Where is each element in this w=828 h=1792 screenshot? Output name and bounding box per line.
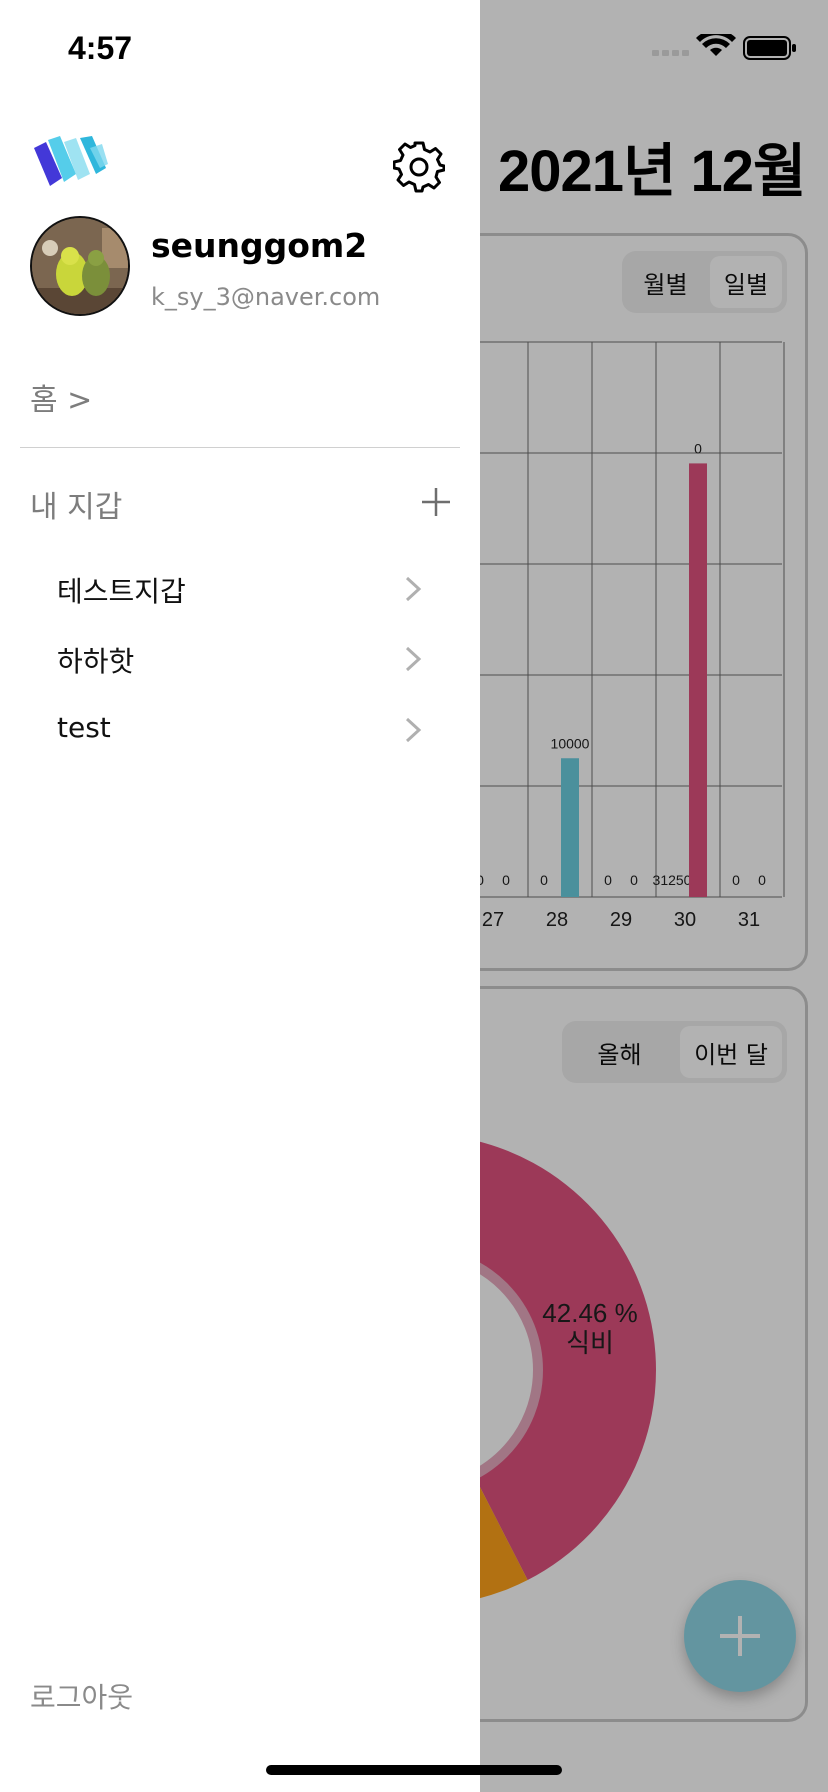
home-indicator (266, 1765, 562, 1775)
gear-icon[interactable] (393, 141, 445, 193)
my-wallets-heading: 내 지갑 (30, 490, 123, 525)
avatar[interactable] (30, 216, 130, 316)
profile-username: seunggom2 (151, 226, 368, 265)
chevron-right-icon (405, 717, 422, 743)
profile-email: k_sy_3@naver.com (151, 283, 381, 311)
signal-icon (652, 50, 689, 56)
wallet-item-label: test (57, 711, 111, 744)
chevron-right-icon (405, 646, 422, 672)
wallet-item[interactable]: 테스트지갑 (0, 558, 480, 618)
app-logo (34, 136, 108, 186)
divider (20, 447, 460, 448)
wifi-icon (696, 34, 736, 56)
wallet-item-label: 테스트지갑 (57, 575, 186, 608)
status-time: 4:57 (68, 30, 133, 66)
wallet-item[interactable]: 하하핫 (0, 628, 480, 688)
chevron-right-icon (405, 576, 422, 602)
wallet-item[interactable]: test (0, 699, 480, 759)
add-wallet-icon[interactable] (420, 486, 452, 518)
wallet-item-label: 하하핫 (57, 645, 135, 678)
side-drawer: seunggom2 k_sy_3@naver.com 홈 > 내 지갑 테스트지… (0, 0, 480, 1792)
avatar-photo (32, 218, 128, 314)
logout-button[interactable]: 로그아웃 (30, 1676, 133, 1716)
battery-icon (743, 36, 796, 60)
home-link[interactable]: 홈 > (30, 375, 92, 419)
status-icons (652, 34, 796, 60)
